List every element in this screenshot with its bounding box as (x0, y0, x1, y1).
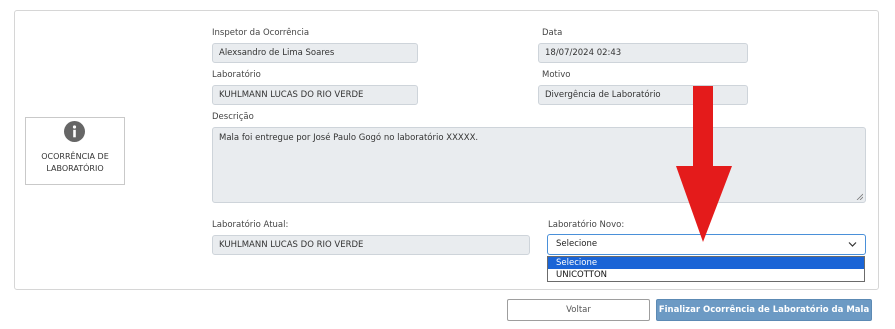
red-arrow-annotation (676, 86, 732, 242)
date-field: 18/07/2024 02:43 (538, 43, 748, 63)
finish-occurrence-button[interactable]: Finalizar Ocorrência de Laboratório da M… (656, 299, 872, 321)
occurrence-type-label: OCORRÊNCIA DE LABORATÓRIO (41, 152, 109, 173)
occurrence-type-card: OCORRÊNCIA DE LABORATÓRIO (25, 117, 125, 185)
back-button[interactable]: Voltar (507, 299, 650, 321)
current-lab-field: KUHLMANN LUCAS DO RIO VERDE (212, 235, 530, 255)
info-circle-icon (64, 121, 85, 142)
new-lab-dropdown: Selecione UNICOTTON (547, 256, 865, 282)
dropdown-option-selecione[interactable]: Selecione (548, 257, 864, 269)
dropdown-option-unicotton[interactable]: UNICOTTON (548, 269, 864, 281)
chevron-down-icon (848, 242, 857, 247)
laboratory-field: KUHLMANN LUCAS DO RIO VERDE (212, 85, 418, 105)
description-text: Mala foi entregue por José Paulo Gogó no… (219, 133, 479, 143)
description-label: Descrição (212, 112, 254, 122)
date-label: Data (542, 28, 563, 38)
reason-label: Motivo (542, 70, 571, 80)
description-textarea[interactable]: Mala foi entregue por José Paulo Gogó no… (212, 127, 866, 203)
resize-grip-icon[interactable] (856, 193, 863, 200)
inspector-label: Inspetor da Ocorrência (212, 28, 310, 38)
new-lab-label: Laboratório Novo: (548, 220, 625, 230)
current-lab-label: Laboratório Atual: (212, 220, 289, 230)
inspector-field: Alexsandro de Lima Soares (212, 43, 418, 63)
new-lab-selected-value: Selecione (556, 239, 598, 249)
laboratory-label: Laboratório (212, 70, 261, 80)
